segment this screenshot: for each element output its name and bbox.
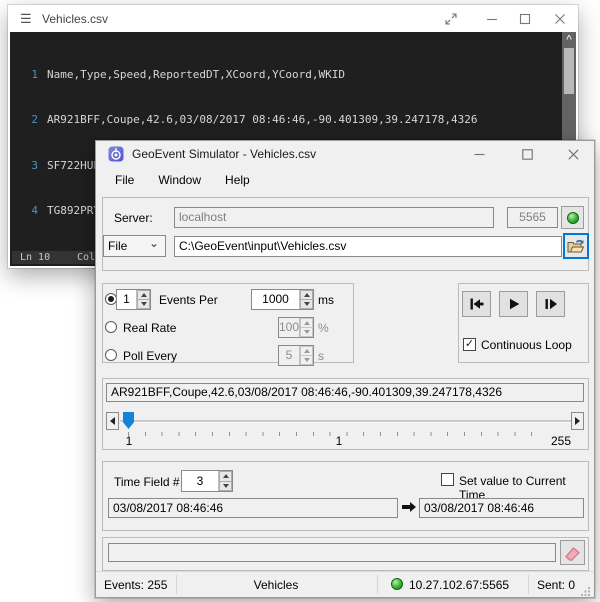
poll-every-radio[interactable] [105, 349, 117, 361]
editor-window-title: Vehicles.csv [42, 12, 108, 26]
open-folder-icon [567, 238, 585, 254]
time-to-field[interactable]: 03/08/2017 08:46:46 [419, 498, 584, 518]
csv-line: 2AR921BFF,Coupe,42.6,03/08/2017 08:46:46… [10, 112, 562, 127]
minimize-icon[interactable] [480, 8, 504, 29]
app-icon [108, 146, 124, 167]
slider-track[interactable] [120, 420, 571, 423]
menu-help[interactable]: Help [213, 167, 262, 194]
menu-file[interactable]: File [103, 167, 146, 194]
slider-current-label: 1 [330, 434, 348, 448]
connection-status-icon [567, 212, 579, 224]
simulator-window-title: GeoEvent Simulator - Vehicles.csv [132, 147, 316, 161]
scroll-up-icon[interactable]: ^ [562, 34, 576, 46]
continuous-loop-label: Continuous Loop [481, 338, 572, 352]
endpoint-status-icon [391, 578, 403, 590]
poll-every-label: Poll Every [123, 349, 177, 363]
editor-titlebar: ☰ Vehicles.csv [8, 5, 578, 32]
play-icon [507, 297, 521, 311]
resize-grip[interactable] [581, 584, 591, 594]
chevron-down-icon: ⌄ [149, 235, 159, 253]
clear-button[interactable] [560, 540, 585, 565]
time-field-label: Time Field # [114, 475, 180, 489]
percent-unit-label: % [318, 321, 329, 335]
spin-up-icon [300, 346, 313, 356]
expand-icon[interactable] [439, 8, 463, 29]
scrollbar-thumb[interactable] [564, 48, 574, 94]
real-rate-radio[interactable] [105, 321, 117, 333]
arrow-right-icon [401, 500, 416, 519]
slider-right-button[interactable] [571, 412, 584, 430]
connect-button[interactable] [561, 206, 584, 229]
spin-down-icon [300, 328, 313, 337]
spin-up-icon[interactable] [219, 471, 232, 482]
minimize-icon[interactable] [464, 141, 494, 167]
real-rate-spinner: 100 [278, 317, 314, 338]
spin-up-icon [300, 318, 313, 328]
slider-left-button[interactable] [106, 412, 119, 430]
event-preview-field[interactable]: AR921BFF,Coupe,42.6,03/08/2017 08:46:46,… [106, 383, 584, 402]
close-icon[interactable] [548, 8, 572, 29]
seconds-unit-label: s [318, 349, 324, 363]
maximize-icon[interactable] [513, 8, 537, 29]
column-indicator: Col [77, 251, 95, 264]
spin-down-icon[interactable] [137, 300, 150, 309]
eraser-icon [564, 545, 581, 561]
skip-to-start-button[interactable] [462, 291, 491, 317]
menu-window[interactable]: Window [146, 167, 213, 194]
set-current-time-checkbox[interactable] [441, 473, 454, 486]
simulator-titlebar: GeoEvent Simulator - Vehicles.csv [96, 141, 594, 167]
events-count-spinner[interactable]: 1 [116, 289, 151, 310]
menu-icon[interactable]: ☰ [20, 11, 32, 27]
time-from-field[interactable]: 03/08/2017 08:46:46 [108, 498, 398, 518]
interval-spinner[interactable]: 1000 [251, 289, 314, 310]
spin-down-icon[interactable] [219, 482, 232, 492]
continuous-loop-checkbox[interactable]: ✓ [463, 338, 476, 351]
server-label: Server: [114, 211, 153, 225]
play-button[interactable] [499, 291, 528, 317]
spin-up-icon[interactable] [300, 290, 313, 300]
csv-line: 1Name,Type,Speed,ReportedDT,XCoord,YCoor… [10, 67, 562, 82]
time-field-spinner[interactable]: 3 [181, 470, 233, 492]
message-field [108, 543, 556, 562]
slider-min-label: 1 [120, 434, 138, 448]
endpoint-address: 10.27.102.67:5565 [409, 578, 509, 592]
spin-up-icon[interactable] [137, 290, 150, 300]
skip-to-start-icon [469, 297, 485, 311]
simulator-statusbar: Events: 255 Vehicles 10.27.102.67:5565 S… [96, 571, 594, 597]
spin-down-icon [300, 356, 313, 365]
server-host-input[interactable]: localhost [174, 207, 494, 228]
real-rate-label: Real Rate [123, 321, 176, 335]
source-type-select[interactable]: File ⌄ [103, 235, 166, 257]
poll-spinner: 5 [278, 345, 314, 366]
step-button[interactable] [536, 291, 565, 317]
events-count: Events: 255 [104, 578, 167, 592]
ms-unit-label: ms [318, 293, 334, 307]
menubar: File Window Help [96, 167, 594, 194]
sent-count: Sent: 0 [537, 578, 575, 592]
file-path-input[interactable]: C:\GeoEvent\input\Vehicles.csv [174, 236, 562, 257]
arrow-right-icon [575, 417, 580, 425]
browse-file-button[interactable] [563, 233, 589, 259]
line-indicator: Ln 10 [20, 251, 50, 264]
events-per-label: Events Per [159, 293, 218, 307]
geoevent-simulator-window: GeoEvent Simulator - Vehicles.csv File W… [95, 140, 595, 598]
arrow-left-icon [110, 417, 115, 425]
step-forward-icon [543, 297, 558, 311]
simulation-name: Vehicles [176, 578, 376, 592]
slider-max-label: 255 [544, 434, 578, 448]
maximize-icon[interactable] [512, 141, 542, 167]
server-port-input[interactable]: 5565 [507, 207, 558, 228]
spin-down-icon[interactable] [300, 300, 313, 309]
close-icon[interactable] [558, 141, 588, 167]
